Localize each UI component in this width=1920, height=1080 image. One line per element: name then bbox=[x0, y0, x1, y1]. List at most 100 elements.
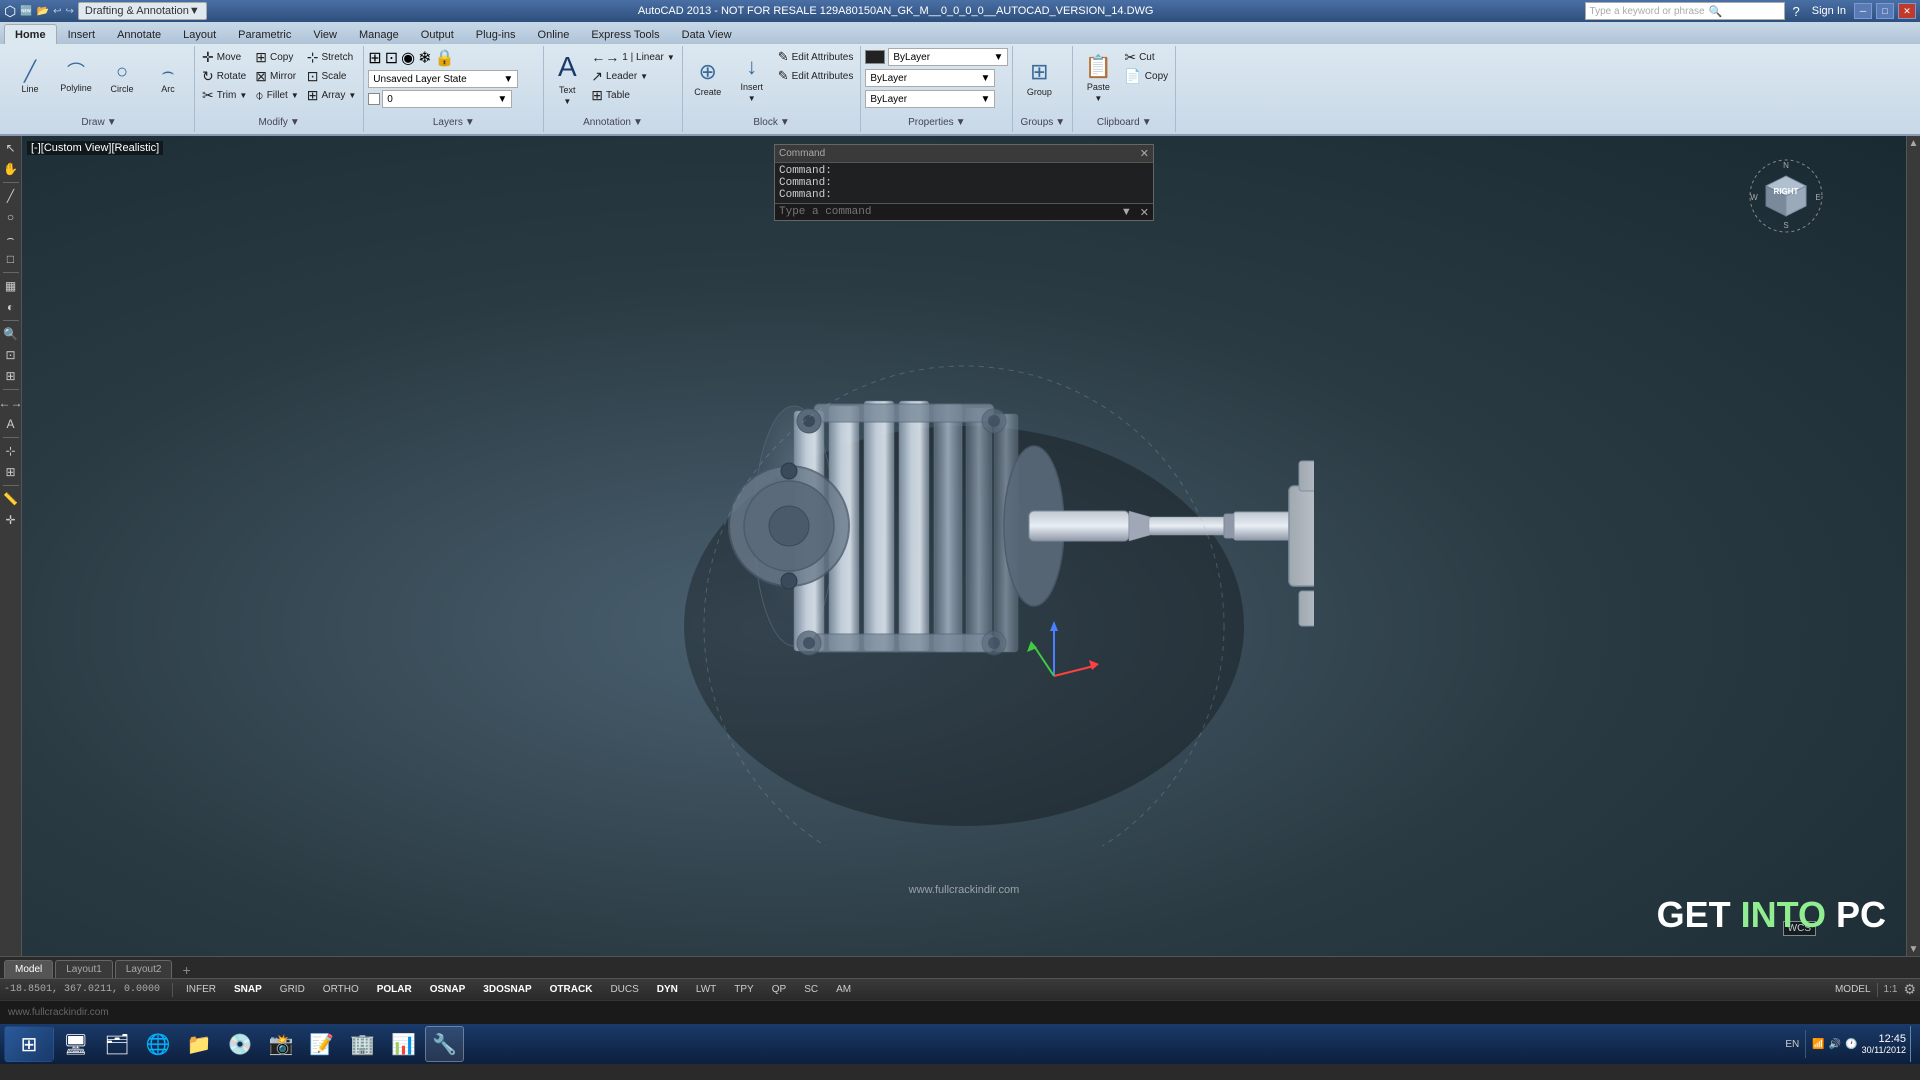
workspace-selector[interactable]: Drafting & Annotation ▼ bbox=[78, 2, 207, 20]
tab-view[interactable]: View bbox=[302, 24, 348, 44]
quick-save[interactable]: 🆕 bbox=[20, 6, 32, 17]
dimension-tool[interactable]: ←→ bbox=[1, 393, 21, 413]
line-button[interactable]: ╱ Line bbox=[8, 48, 52, 108]
layer-lock-icon[interactable]: 🔒 bbox=[434, 48, 454, 68]
status-grid[interactable]: GRID bbox=[275, 981, 310, 999]
show-desktop[interactable] bbox=[1910, 1026, 1916, 1062]
command-dropdown[interactable]: ▼ bbox=[1117, 206, 1136, 218]
paste-button[interactable]: 📋 Paste ▼ bbox=[1077, 48, 1119, 108]
measure-tool[interactable]: 📏 bbox=[1, 489, 21, 509]
tab-parametric[interactable]: Parametric bbox=[227, 24, 302, 44]
edit-attributes2-button[interactable]: ✎ Edit Attributes bbox=[775, 67, 857, 85]
viewcube[interactable]: N S W E RIGHT bbox=[1746, 156, 1826, 236]
fillet-button[interactable]: ⌽ Fillet ▼ bbox=[252, 86, 301, 104]
viewport[interactable]: [-][Custom View][Realistic] bbox=[22, 136, 1906, 956]
quick-redo[interactable]: ↪ bbox=[66, 6, 74, 17]
color-swatch[interactable] bbox=[865, 50, 885, 64]
annotation-group-label[interactable]: Annotation▼ bbox=[548, 114, 677, 130]
search-input[interactable]: Type a keyword or phrase 🔍 bbox=[1585, 2, 1785, 20]
layer-name-selector[interactable]: 0 ▼ bbox=[382, 90, 512, 108]
tab-home[interactable]: Home bbox=[4, 24, 57, 44]
status-3dosnap[interactable]: 3DOSNAP bbox=[478, 981, 536, 999]
status-sc[interactable]: SC bbox=[799, 981, 823, 999]
status-tpy[interactable]: TPY bbox=[729, 981, 758, 999]
tab-layout1[interactable]: Layout1 bbox=[55, 960, 113, 978]
trim-button[interactable]: ✂ Trim ▼ bbox=[199, 86, 250, 104]
status-polar[interactable]: POLAR bbox=[372, 981, 417, 999]
sign-in[interactable]: Sign In bbox=[1808, 5, 1850, 17]
scroll-down[interactable]: ▼ bbox=[1907, 942, 1920, 956]
volume-icon[interactable]: 🔊 bbox=[1829, 1039, 1841, 1050]
arc-button[interactable]: ⌢ Arc bbox=[146, 48, 190, 108]
settings-icon[interactable]: ⚙ bbox=[1903, 981, 1916, 998]
model-indicator[interactable]: MODEL bbox=[1835, 984, 1871, 995]
status-infer[interactable]: INFER bbox=[181, 981, 221, 999]
status-ortho[interactable]: ORTHO bbox=[318, 981, 364, 999]
layer-state-selector[interactable]: Unsaved Layer State ▼ bbox=[368, 70, 518, 88]
taskbar-app-autocad[interactable]: 🔧 bbox=[425, 1026, 464, 1062]
layer-prop-icon[interactable]: ⊞ bbox=[368, 48, 381, 68]
select-tool[interactable]: ↖ bbox=[1, 138, 21, 158]
taskbar-app-dvd[interactable]: 💿 bbox=[221, 1026, 260, 1062]
tab-output[interactable]: Output bbox=[410, 24, 465, 44]
table-button[interactable]: ⊞ Table bbox=[588, 86, 677, 104]
status-qp[interactable]: QP bbox=[767, 981, 791, 999]
rotate-button[interactable]: ↻ Rotate bbox=[199, 67, 250, 85]
pan-tool[interactable]: ✋ bbox=[1, 159, 21, 179]
status-snap[interactable]: SNAP bbox=[229, 981, 267, 999]
status-ducs[interactable]: DUCS bbox=[605, 981, 643, 999]
modify-group-label[interactable]: Modify▼ bbox=[199, 114, 359, 130]
taskbar-app-office[interactable]: 🏢 bbox=[343, 1026, 382, 1062]
command-close2[interactable]: ✕ bbox=[1136, 206, 1153, 219]
array-button[interactable]: ⊞ Array ▼ bbox=[304, 86, 360, 104]
restore-button[interactable]: □ bbox=[1876, 3, 1894, 19]
lang-indicator[interactable]: EN bbox=[1785, 1039, 1799, 1050]
draw-rect-tool[interactable]: □ bbox=[1, 249, 21, 269]
zoom-tool[interactable]: 🔍 bbox=[1, 324, 21, 344]
copy-button[interactable]: ⊞ Copy bbox=[252, 48, 301, 66]
insert-block-button[interactable]: ↓ Insert ▼ bbox=[731, 48, 773, 108]
text-button[interactable]: A Text ▼ bbox=[548, 48, 586, 108]
edit-attributes-button[interactable]: ✎ Edit Attributes bbox=[775, 48, 857, 66]
draw-line-tool[interactable]: ╱ bbox=[1, 186, 21, 206]
clipboard-group-label[interactable]: Clipboard▼ bbox=[1077, 114, 1171, 130]
zoom-extents-tool[interactable]: ⊞ bbox=[1, 366, 21, 386]
status-osnap[interactable]: OSNAP bbox=[425, 981, 471, 999]
layer-match-icon[interactable]: ⊡ bbox=[385, 48, 398, 68]
tab-manage[interactable]: Manage bbox=[348, 24, 410, 44]
lineweight-selector[interactable]: ByLayer ▼ bbox=[865, 90, 995, 108]
move-button[interactable]: ✛ Move bbox=[199, 48, 250, 66]
taskbar-app-notepad[interactable]: 📝 bbox=[302, 1026, 341, 1062]
tab-model[interactable]: Model bbox=[4, 960, 53, 978]
draw-arc-tool[interactable]: ⌢ bbox=[1, 228, 21, 248]
tab-online[interactable]: Online bbox=[527, 24, 581, 44]
scale-button[interactable]: ⊡ Scale bbox=[304, 67, 360, 85]
wcs-label[interactable]: WCS bbox=[1783, 921, 1816, 936]
tab-plugins[interactable]: Plug-ins bbox=[465, 24, 527, 44]
gradient-tool[interactable]: ◐ bbox=[1, 297, 21, 317]
taskbar-app-ie[interactable]: 🌐 bbox=[139, 1026, 178, 1062]
circle-button[interactable]: ○ Circle bbox=[100, 48, 144, 108]
copy2-button[interactable]: 📄 Copy bbox=[1121, 67, 1171, 85]
tab-layout2[interactable]: Layout2 bbox=[115, 960, 173, 978]
taskbar-app-files[interactable]: 📁 bbox=[180, 1026, 219, 1062]
group-button[interactable]: ⊞ Group bbox=[1017, 48, 1061, 108]
leader-button[interactable]: ↗ Leader ▼ bbox=[588, 67, 677, 85]
status-otrack[interactable]: OTRACK bbox=[545, 981, 598, 999]
layers-tool[interactable]: ⊞ bbox=[1, 462, 21, 482]
status-dyn[interactable]: DYN bbox=[652, 981, 683, 999]
block-group-label[interactable]: Block▼ bbox=[687, 114, 857, 130]
create-block-button[interactable]: ⊕ Create bbox=[687, 48, 729, 108]
tab-insert[interactable]: Insert bbox=[57, 24, 107, 44]
mirror-button[interactable]: ⊠ Mirror bbox=[252, 67, 301, 85]
layers-group-label[interactable]: Layers▼ bbox=[368, 114, 539, 130]
properties-tool[interactable]: ⊹ bbox=[1, 441, 21, 461]
taskbar-app-excel[interactable]: 📊 bbox=[384, 1026, 423, 1062]
properties-group-label[interactable]: Properties▼ bbox=[865, 114, 1008, 130]
linetype-selector[interactable]: ByLayer ▼ bbox=[865, 69, 995, 87]
taskbar-app-folder[interactable]: 🗂 bbox=[97, 1026, 136, 1062]
color-selector[interactable]: ByLayer ▼ bbox=[888, 48, 1008, 66]
groups-group-label[interactable]: Groups▼ bbox=[1017, 114, 1068, 130]
command-input[interactable] bbox=[775, 204, 1117, 220]
coord-tool[interactable]: ✛ bbox=[1, 510, 21, 530]
